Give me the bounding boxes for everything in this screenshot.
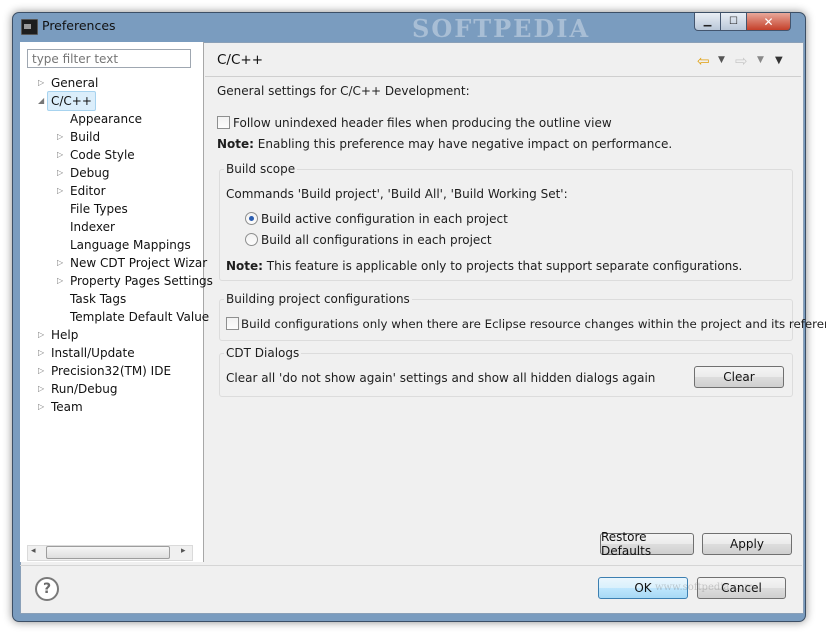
footer-separator <box>20 565 802 566</box>
tree-item[interactable]: Template Default Value <box>70 308 209 326</box>
tree-item[interactable]: Team <box>51 398 83 416</box>
expand-arrow-icon[interactable]: ▷ <box>38 385 46 393</box>
expand-arrow-icon[interactable]: ▷ <box>38 79 46 87</box>
expand-arrow-icon[interactable]: ▷ <box>57 277 65 285</box>
tree-item[interactable]: Appearance <box>70 110 142 128</box>
close-icon: ✕ <box>763 14 774 29</box>
build-commands-label: Commands 'Build project', 'Build All', '… <box>226 187 568 201</box>
build-all-label[interactable]: Build all configurations in each project <box>261 233 492 247</box>
outline-checkbox-label[interactable]: Follow unindexed header files when produ… <box>233 116 612 130</box>
tree-item[interactable]: Run/Debug <box>51 380 118 398</box>
app-icon <box>21 19 38 35</box>
tree-item[interactable]: Code Style <box>70 146 135 164</box>
build-active-label[interactable]: Build active configuration in each proje… <box>261 212 508 226</box>
help-icon[interactable]: ? <box>35 577 59 601</box>
back-arrow-icon[interactable]: ⇦ <box>697 52 710 70</box>
expand-arrow-icon[interactable]: ▷ <box>38 403 46 411</box>
view-menu-icon[interactable]: ▼ <box>775 55 783 66</box>
tree-item[interactable]: New CDT Project Wizar <box>70 254 207 272</box>
restore-defaults-button[interactable]: Restore Defaults <box>600 530 694 558</box>
tree-item[interactable]: Build <box>70 128 100 146</box>
forward-arrow-icon[interactable]: ⇨ <box>735 52 748 70</box>
title-bar[interactable]: Preferences SOFTPEDIA ▁ ☐ ✕ <box>12 12 804 43</box>
tree-item[interactable]: C/C++ <box>47 91 96 111</box>
build-all-radio[interactable] <box>245 233 258 246</box>
page-description: General settings for C/C++ Development: <box>217 84 470 98</box>
building-configs-title: Building project configurations <box>224 292 412 306</box>
filter-input[interactable] <box>27 49 191 68</box>
scroll-left-icon[interactable]: ◂ <box>31 546 36 556</box>
minimize-icon: ▁ <box>703 16 712 27</box>
tree-item[interactable]: Task Tags <box>70 290 126 308</box>
build-on-change-checkbox[interactable] <box>226 317 239 330</box>
tree-item[interactable]: Language Mappings <box>70 236 191 254</box>
collapse-arrow-icon[interactable]: ◢ <box>38 97 46 105</box>
build-scope-note: Note: This feature is applicable only to… <box>226 259 742 273</box>
scrollbar-thumb[interactable] <box>46 546 170 559</box>
build-on-change-label[interactable]: Build configurations only when there are… <box>241 317 826 331</box>
watermark: SOFTPEDIA <box>412 14 591 43</box>
performance-note: Note: Enabling this preference may have … <box>217 137 672 151</box>
expand-arrow-icon[interactable]: ▷ <box>57 187 65 195</box>
window-title: Preferences <box>42 18 116 33</box>
minimize-button[interactable]: ▁ <box>694 13 721 31</box>
page-title: C/C++ <box>217 52 264 68</box>
note-text: This feature is applicable only to proje… <box>266 259 743 273</box>
tree-item[interactable]: File Types <box>70 200 128 218</box>
maximize-button[interactable]: ☐ <box>720 13 747 31</box>
footer-watermark: www.softpedia.com <box>655 582 754 593</box>
tree-item[interactable]: Debug <box>70 164 109 182</box>
expand-arrow-icon[interactable]: ▷ <box>57 151 65 159</box>
expand-arrow-icon[interactable]: ▷ <box>57 169 65 177</box>
cdt-dialogs-text: Clear all 'do not show again' settings a… <box>226 371 656 385</box>
tree-item[interactable]: Property Pages Settings <box>70 272 213 290</box>
scroll-right-icon[interactable]: ▸ <box>181 546 186 556</box>
tree-item[interactable]: Install/Update <box>51 344 135 362</box>
title-separator <box>205 76 801 77</box>
expand-arrow-icon[interactable]: ▷ <box>38 367 46 375</box>
close-button[interactable]: ✕ <box>746 13 791 31</box>
expand-arrow-icon[interactable]: ▷ <box>57 259 65 267</box>
apply-button[interactable]: Apply <box>702 533 792 555</box>
build-scope-title: Build scope <box>224 162 298 176</box>
build-active-radio[interactable] <box>245 212 258 225</box>
tree-item[interactable]: Precision32(TM) IDE <box>51 362 171 380</box>
note-label: Note: <box>226 259 263 273</box>
cdt-dialogs-title: CDT Dialogs <box>224 346 302 360</box>
forward-menu-icon[interactable]: ▼ <box>757 55 764 65</box>
tree-item[interactable]: General <box>51 74 98 92</box>
expand-arrow-icon[interactable]: ▷ <box>57 133 65 141</box>
expand-arrow-icon[interactable]: ▷ <box>38 331 46 339</box>
clear-button[interactable]: Clear <box>694 366 784 388</box>
tree-item[interactable]: Help <box>51 326 78 344</box>
note-label: Note: <box>217 137 254 151</box>
tree-item[interactable]: Editor <box>70 182 106 200</box>
expand-arrow-icon[interactable]: ▷ <box>38 349 46 357</box>
note-text: Enabling this preference may have negati… <box>257 137 673 151</box>
back-menu-icon[interactable]: ▼ <box>718 55 725 65</box>
tree-item[interactable]: Indexer <box>70 218 115 236</box>
outline-checkbox[interactable] <box>217 116 230 129</box>
maximize-icon: ☐ <box>729 16 738 27</box>
